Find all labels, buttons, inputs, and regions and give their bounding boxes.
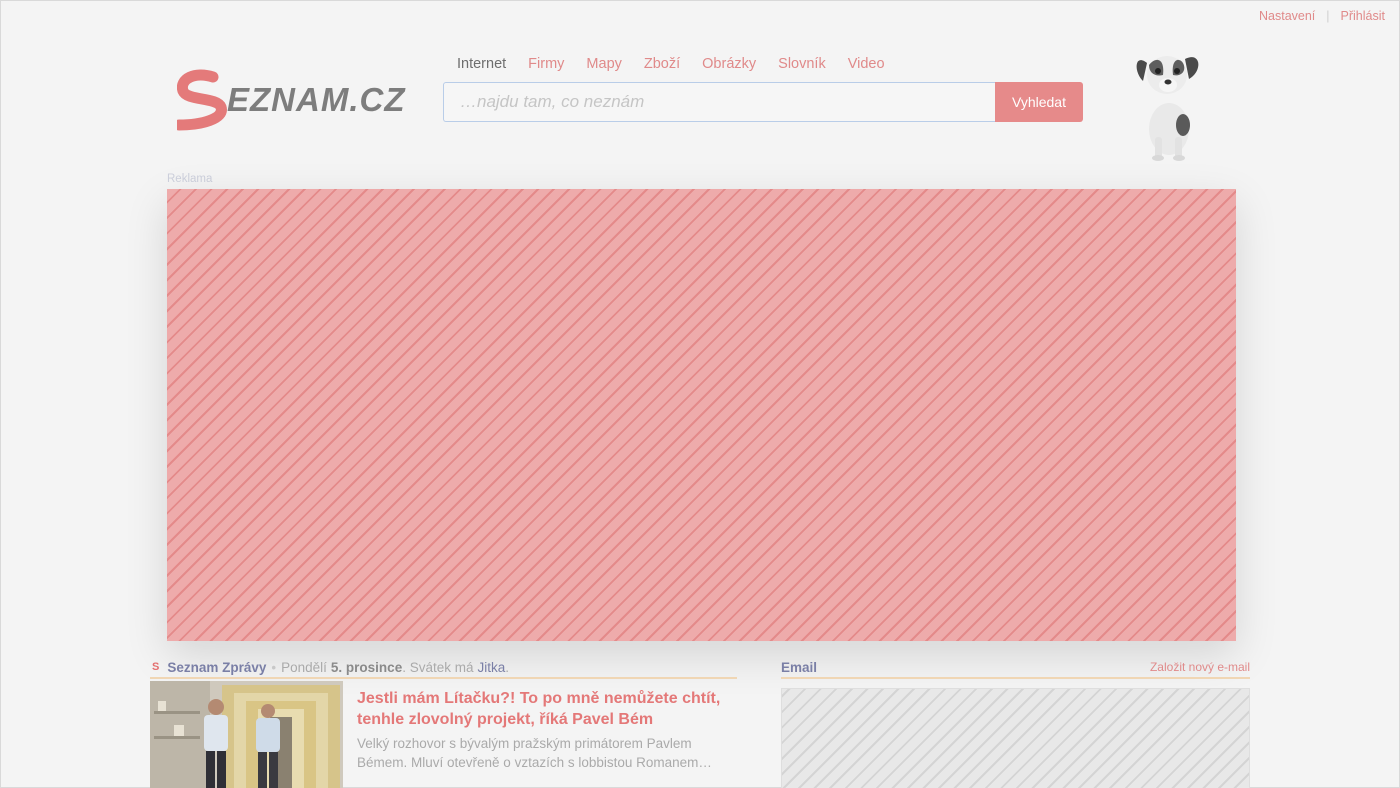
login-link[interactable]: Přihlásit	[1341, 9, 1385, 23]
nav-item-zbozi[interactable]: Zboží	[644, 56, 680, 72]
nav-item-video[interactable]: Video	[848, 56, 885, 72]
news-date: 5. prosince	[330, 659, 403, 675]
seznam-zpravy-link[interactable]: Seznam Zprávy	[167, 660, 266, 675]
seznam-zpravy-icon: S	[152, 661, 160, 673]
nav-item-internet[interactable]: Internet	[457, 56, 506, 72]
search-category-nav: Internet Firmy Mapy Zboží Obrázky Slovní…	[457, 56, 907, 72]
dog-mascot-image	[1125, 45, 1209, 161]
search-button[interactable]: Vyhledat	[995, 82, 1083, 122]
news-article-text: Jestli mám Lítačku?! To po mně nemůžete …	[343, 681, 737, 788]
news-article-thumbnail[interactable]	[150, 681, 343, 788]
news-article-title[interactable]: Jestli mám Lítačku?! To po mně nemůžete …	[357, 688, 737, 730]
top-links-separator: |	[1326, 9, 1330, 23]
news-day: Pondělí	[281, 659, 327, 675]
svg-text:EZNAM.CZ: EZNAM.CZ	[227, 81, 406, 118]
create-email-link[interactable]: Založit nový e-mail	[1150, 660, 1250, 674]
news-article-description: Velký rozhovor s bývalým pražským primát…	[357, 736, 712, 770]
ad-label: Reklama	[167, 173, 213, 185]
nav-item-mapy[interactable]: Mapy	[586, 56, 621, 72]
seznam-logo-icon: EZNAM.CZ	[177, 69, 406, 131]
search-input[interactable]	[443, 82, 995, 122]
nameday-prefix: . Svátek má	[402, 659, 474, 675]
seznam-logo[interactable]: EZNAM.CZ	[177, 67, 429, 131]
settings-link[interactable]: Nastavení	[1259, 9, 1315, 23]
nav-item-slovnik[interactable]: Slovník	[778, 56, 826, 72]
nav-item-firmy[interactable]: Firmy	[528, 56, 564, 72]
ad-banner[interactable]	[167, 189, 1236, 641]
email-title: Email	[781, 659, 818, 675]
search-bar: Vyhledat	[443, 82, 1083, 122]
news-header-separator: •	[271, 659, 277, 675]
nav-item-obrazky[interactable]: Obrázky	[702, 56, 756, 72]
nameday-suffix: .	[505, 659, 510, 675]
email-header: Email Založit nový e-mail	[781, 657, 1250, 679]
news-header: S Seznam Zprávy • Pondělí 5. prosince. S…	[150, 657, 737, 679]
news-article[interactable]: Jestli mám Lítačku?! To po mně nemůžete …	[150, 681, 737, 788]
nameday-name-link[interactable]: Jitka	[477, 660, 505, 675]
top-links: Nastavení | Přihlásit	[1259, 9, 1385, 23]
email-login-box[interactable]	[781, 688, 1250, 788]
